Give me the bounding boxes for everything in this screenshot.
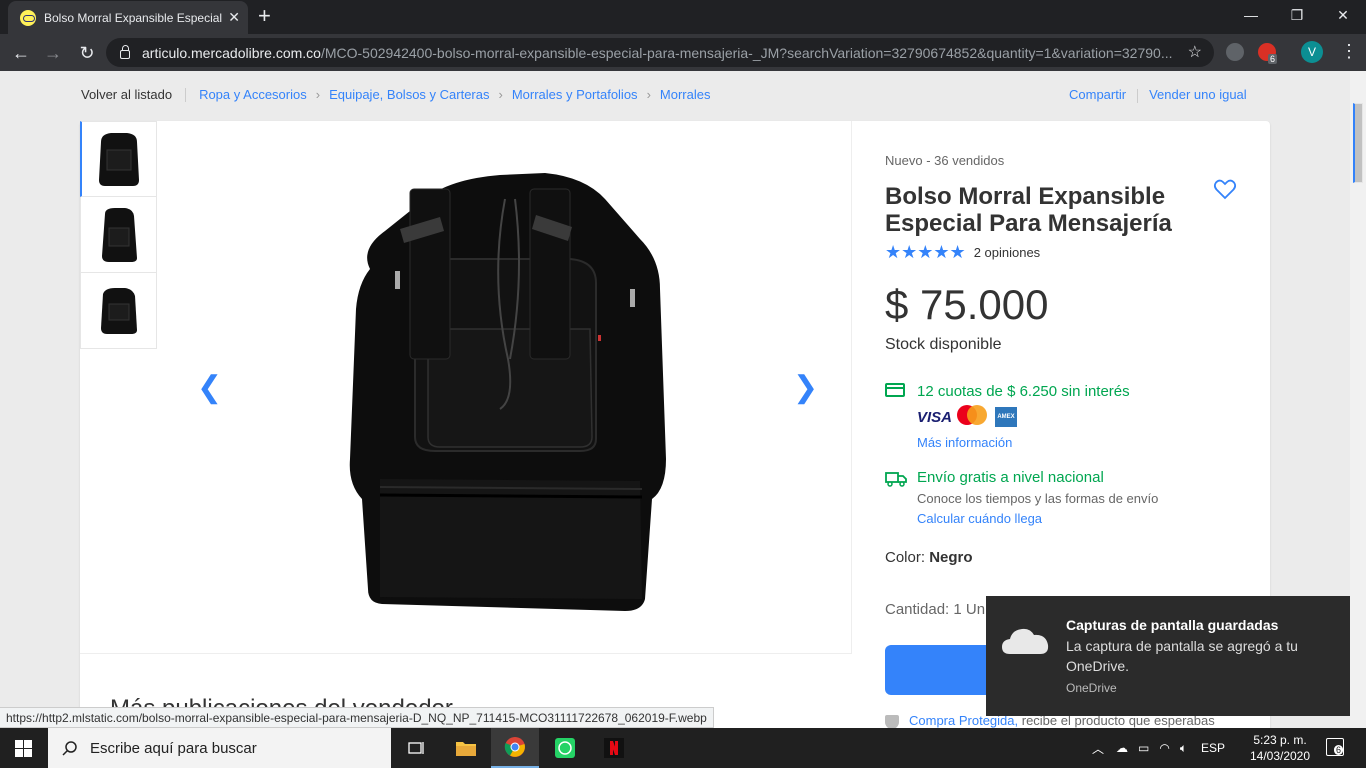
address-bar[interactable]: articulo.mercadolibre.com.co/MCO-5029424… — [106, 38, 1214, 67]
whatsapp-taskbar-icon[interactable] — [541, 728, 589, 768]
payment-methods: VISA AMEX — [917, 405, 1017, 429]
mercadolibre-favicon-icon — [20, 9, 36, 26]
quantity-selector[interactable]: Cantidad: 1 Uni — [885, 601, 988, 618]
taskbar-clock[interactable]: 5:23 p. m. 14/03/2020 — [1240, 732, 1320, 764]
search-placeholder: Escribe aquí para buscar — [90, 739, 257, 757]
netflix-taskbar-icon[interactable] — [590, 728, 638, 768]
close-window-icon[interactable]: ✕ — [1320, 0, 1366, 30]
condition-sold-count: Nuevo - 36 vendidos — [885, 153, 1005, 168]
breadcrumb-item-ropa[interactable]: Ropa y Accesorios — [199, 87, 307, 102]
shield-icon — [885, 714, 899, 728]
sell-similar-link[interactable]: Vender uno igual — [1149, 87, 1247, 102]
url-text[interactable]: articulo.mercadolibre.com.co/MCO-5029424… — [142, 45, 1172, 61]
star-rating-icon: ★★★★★ — [885, 242, 966, 262]
back-to-list-link[interactable]: Volver al listado — [81, 87, 172, 102]
reviews-count[interactable]: 2 opiniones — [974, 245, 1041, 260]
browser-tab[interactable]: Bolso Morral Expansible Especial ✕ — [8, 1, 248, 34]
thumbnail-1[interactable] — [80, 121, 157, 197]
next-image-arrow-icon[interactable]: ❯ — [793, 373, 818, 403]
new-tab-icon[interactable]: + — [258, 5, 271, 27]
thumbnail-list — [80, 121, 157, 349]
breadcrumb-divider — [185, 87, 187, 102]
system-tray: ︿ ☁ ▭ ◠ 🔈︎ ESP — [1092, 728, 1225, 768]
notification-title: Capturas de pantalla guardadas — [1066, 617, 1279, 633]
free-shipping-text: Envío gratis a nivel nacional — [917, 469, 1104, 486]
volume-icon[interactable]: 🔈︎ — [1180, 741, 1187, 756]
restore-icon[interactable]: ❐ — [1274, 0, 1320, 30]
chevron-right-icon: › — [315, 87, 321, 102]
clock-date: 14/03/2020 — [1249, 749, 1311, 763]
visa-logo-icon: VISA — [917, 408, 953, 426]
scrollbar-thumb[interactable] — [1353, 103, 1363, 183]
calculate-arrival-link[interactable]: Calcular cuándo llega — [917, 511, 1042, 526]
bookmark-star-icon[interactable]: ☆ — [1188, 42, 1202, 62]
language-indicator[interactable]: ESP — [1201, 741, 1225, 755]
lock-icon — [120, 45, 130, 59]
share-link[interactable]: Compartir — [1069, 87, 1126, 102]
notification-body: La captura de pantalla se agregó a tu On… — [1066, 638, 1298, 674]
rating[interactable]: ★★★★★ 2 opiniones — [885, 242, 1040, 263]
more-info-link[interactable]: Más información — [917, 435, 1012, 450]
previous-image-arrow-icon[interactable]: ❮ — [197, 373, 222, 403]
windows-taskbar: Escribe aquí para buscar ︿ ☁ ▭ ◠ 🔈︎ ESP … — [0, 728, 1366, 768]
close-tab-icon[interactable]: ✕ — [228, 9, 240, 26]
profile-avatar[interactable]: V — [1301, 41, 1323, 63]
clock-time: 5:23 p. m. — [1253, 733, 1307, 747]
amex-logo-icon: AMEX — [995, 407, 1017, 427]
thumbnail-2[interactable] — [80, 197, 157, 273]
breadcrumb-actions: Compartir Vender uno igual — [1069, 87, 1247, 103]
divider — [1137, 88, 1139, 103]
notification-count: 6 — [1334, 745, 1344, 755]
product-gallery: ❮ ❯ Más publicaciones del vend — [80, 121, 852, 722]
breadcrumb: Volver al listado Ropa y Accesorios › Eq… — [81, 87, 710, 102]
browser-menu-icon[interactable]: ⋮ — [1340, 42, 1358, 60]
breadcrumb-item-morrales[interactable]: Morrales — [660, 87, 711, 102]
page-scrollbar[interactable] — [1350, 71, 1366, 728]
onedrive-tray-icon[interactable]: ☁ — [1116, 741, 1128, 755]
wifi-icon[interactable]: ◠ — [1159, 741, 1169, 755]
truck-icon — [885, 472, 907, 487]
shipping-subtext: Conoce los tiempos y las formas de envío — [917, 491, 1159, 506]
back-arrow-icon[interactable]: ← — [8, 40, 34, 66]
reload-icon[interactable]: ↻ — [74, 40, 100, 66]
breadcrumb-item-morrales-portafolios[interactable]: Morrales y Portafolios — [512, 87, 638, 102]
onedrive-notification[interactable]: Capturas de pantalla guardadas La captur… — [986, 596, 1350, 716]
stock-status: Stock disponible — [885, 336, 1002, 353]
browser-toolbar: ← → ↻ articulo.mercadolibre.com.co/MCO-5… — [0, 34, 1366, 71]
product-price: $ 75.000 — [885, 281, 1049, 328]
taskbar-search[interactable]: Escribe aquí para buscar — [48, 728, 391, 768]
chrome-taskbar-icon[interactable] — [491, 728, 539, 768]
product-main-image[interactable] — [340, 159, 670, 614]
favorite-heart-icon[interactable] — [1213, 177, 1237, 201]
forward-arrow-icon[interactable]: → — [40, 40, 66, 66]
thumbnail-3[interactable] — [80, 273, 157, 349]
extension-badge: 6 — [1268, 54, 1278, 64]
chevron-right-icon: › — [646, 87, 651, 102]
credit-card-icon — [885, 383, 905, 397]
breadcrumb-item-equipaje[interactable]: Equipaje, Bolsos y Carteras — [329, 87, 489, 102]
file-explorer-icon[interactable] — [442, 728, 490, 768]
show-hidden-icons-icon[interactable]: ︿ — [1092, 740, 1104, 757]
search-icon — [62, 741, 77, 756]
chevron-right-icon: › — [498, 87, 503, 102]
tab-title: Bolso Morral Expansible Especial — [44, 10, 223, 25]
installments-text: 12 cuotas de $ 6.250 sin interés — [917, 383, 1130, 400]
action-center-icon[interactable]: 6 — [1326, 738, 1344, 756]
battery-icon[interactable]: ▭ — [1138, 741, 1149, 755]
mastercard-logo-icon — [957, 405, 989, 429]
skype-extension-icon[interactable] — [1226, 43, 1244, 61]
task-view-icon[interactable] — [393, 728, 441, 768]
color-selector: Color: Negro — [885, 549, 973, 566]
onedrive-cloud-icon — [1002, 628, 1049, 654]
browser-tab-strip: Bolso Morral Expansible Especial ✕ + — ❐… — [0, 0, 1366, 34]
color-value: Negro — [929, 549, 973, 566]
product-title: Bolso Morral Expansible Especial Para Me… — [885, 183, 1172, 237]
notification-source: OneDrive — [1066, 681, 1117, 695]
minimize-icon[interactable]: — — [1228, 0, 1274, 30]
status-bar-url: https://http2.mlstatic.com/bolso-morral-… — [0, 707, 714, 728]
windows-start-icon[interactable] — [15, 740, 32, 757]
